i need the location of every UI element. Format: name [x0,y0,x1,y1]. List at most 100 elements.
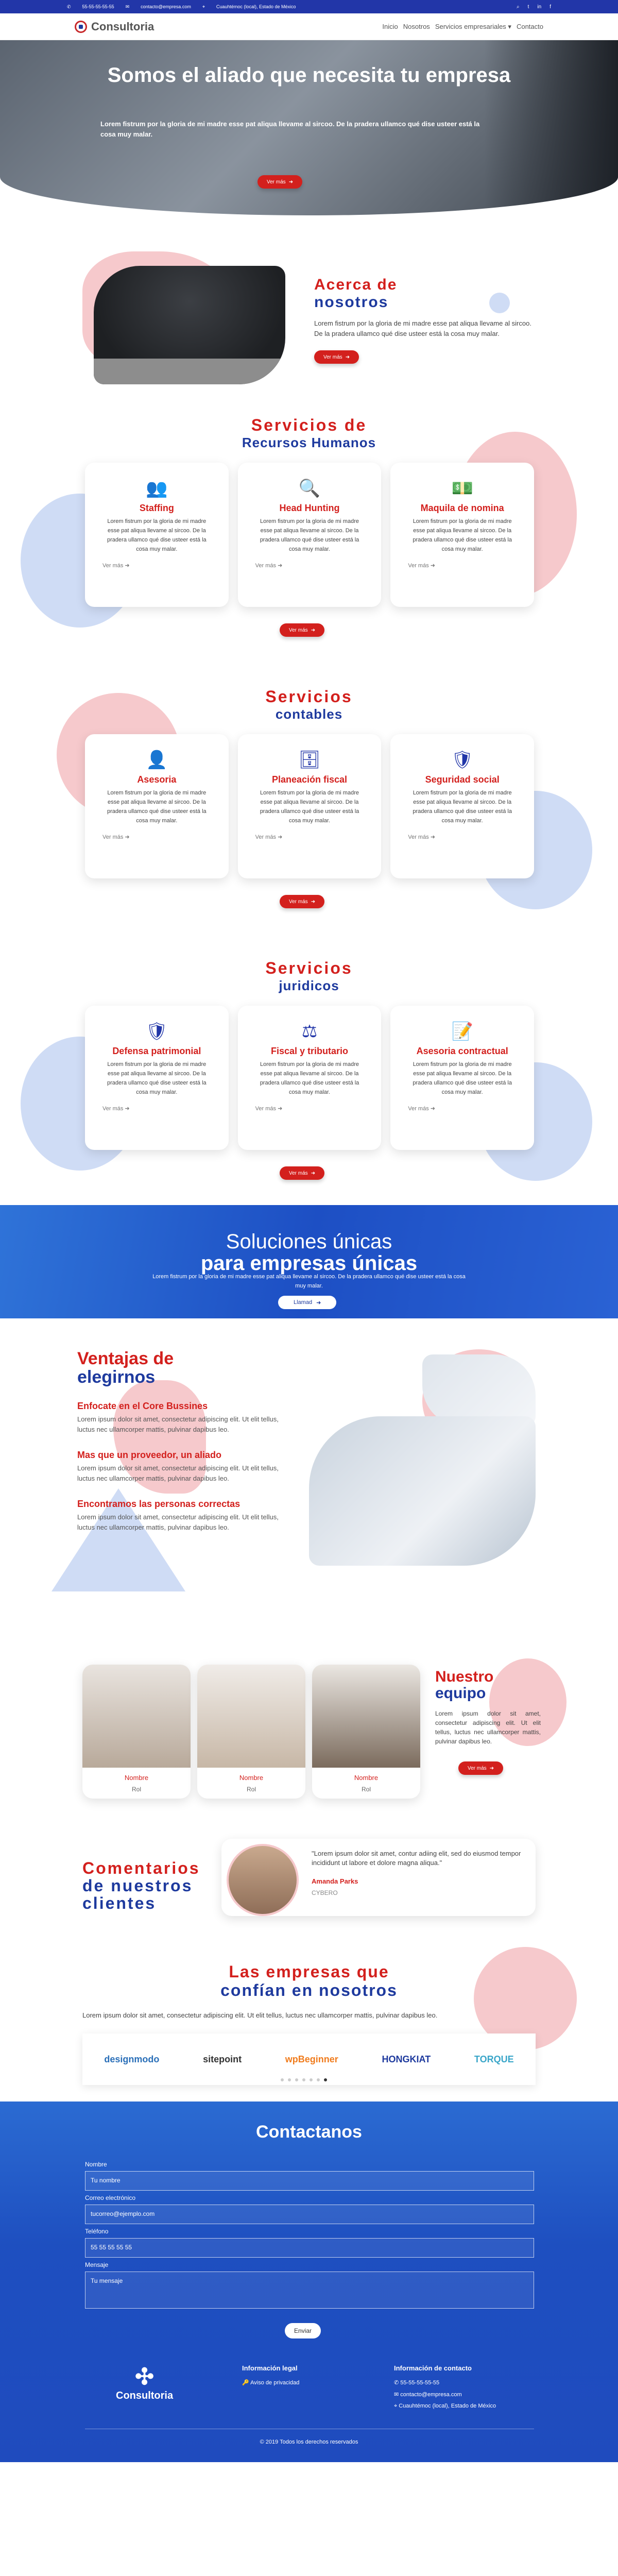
advantages-image-main [309,1416,536,1566]
footer-contact-info: Información de contacto ✆ 55-55-55-55-55… [394,2364,496,2409]
service-card-title: Staffing [139,503,174,513]
name-label: Nombre [85,2161,107,2168]
services-title: Servicios juridicos [265,959,353,993]
name-input[interactable]: Tu nombre [85,2171,534,2191]
service-card[interactable]: 📝 Asesoria contractual Lorem fistrum por… [390,1006,535,1150]
arrow-right-icon: ➜ [430,834,435,840]
services-more-button[interactable]: Ver más ➜ [280,895,325,908]
footer: ✣ Consultoria Información legal 🔑 Aviso … [85,2364,534,2421]
service-card-text: Lorem fistrum por la gloria de mi madre … [260,518,359,552]
scale-icon: ⚖ [301,1022,318,1041]
about-title: Acerca de nosotros [314,276,398,311]
contact-section: Contactanos Nombre Tu nombre Correo elec… [0,2102,618,2462]
arrow-right-icon: ➜ [278,834,283,840]
service-card-more-link[interactable]: Ver más ➜ [408,834,517,840]
archive-icon: 🗄 [298,750,321,770]
message-label: Mensaje [85,2261,109,2268]
service-card[interactable]: 🛡 Defensa patrimonial Lorem fistrum por … [85,1006,229,1150]
carousel-dots[interactable] [281,2078,327,2081]
service-card-title: Maquila de nomina [420,503,504,513]
arrow-right-icon: ➜ [430,563,435,569]
advantages-title: Ventajas de elegirnos [77,1349,174,1387]
service-card-more-link[interactable]: Ver más ➜ [408,1105,517,1112]
arrow-right-icon: ➜ [278,563,283,569]
search-icon[interactable]: ⌕ [517,4,520,10]
cta-banner: Soluciones únicas para empresas únicas Lo… [0,1205,618,1318]
clients-text: Lorem ipsum dolor sit amet, consectetur … [82,2011,438,2019]
about-section: Acerca de nosotros Lorem fistrum por la g… [0,215,618,391]
service-card-title: Asesoria [137,774,177,785]
testimonial-avatar [227,1844,299,1916]
topbar-email[interactable]: contacto@empresa.com [141,4,191,9]
advantage-text-2: Lorem ipsum dolor sit amet, consectetur … [77,1464,279,1482]
team-section: Nombre Rol Nombre Rol Nombre Rol Nuestro equ… [0,1638,618,1818]
phone-icon: ✆ [67,4,71,9]
privacy-link[interactable]: 🔑 Aviso de privacidad [242,2379,299,2386]
nav-link-contacto[interactable]: Contacto [517,23,543,31]
service-card-more-link[interactable]: Ver más ➜ [255,834,364,840]
nav-link-servicios[interactable]: Servicios empresariales ▾ [435,23,511,31]
services-title: Servicios de Recursos Humanos [242,416,376,450]
message-input[interactable]: Tu mensaje [85,2272,534,2309]
service-card[interactable]: 👤 Asesoria Lorem fistrum por la gloria d… [85,734,229,878]
decorative-dot [489,293,510,313]
twitter-icon[interactable]: t [528,4,529,10]
hero-button[interactable]: Ver más ➜ [258,175,303,189]
nav-link-inicio[interactable]: Inicio [382,23,398,31]
testimonials-title: Comentarios de nuestros clientes [82,1859,200,1912]
service-card-more-link[interactable]: Ver más ➜ [102,834,211,840]
service-card[interactable]: 🗄 Planeación fiscal Lorem fistrum por la… [237,734,382,878]
user-shield-icon: 🛡 [145,1022,168,1041]
logo-mark-icon: ✣ [135,2364,154,2389]
phone-input[interactable]: 55 55 55 55 55 [85,2238,534,2258]
clients-section: Las empresas que confían en nosotros Lore… [0,1937,618,2102]
service-card-text: Lorem fistrum por la gloria de mi madre … [107,518,207,552]
service-card[interactable]: 👥 Staffing Lorem fistrum por la gloria d… [85,463,229,607]
banner-title: Soluciones únicas para empresas únicas [200,1230,418,1275]
email-input[interactable]: tucorreo@ejemplo.com [85,2205,534,2224]
brand-logo[interactable]: Consultoria [75,20,154,33]
contact-title: Contactanos [256,2122,362,2142]
service-card[interactable]: 🔍 Head Hunting Lorem fistrum por la glor… [237,463,382,607]
footer-email[interactable]: ✉ contacto@empresa.com [394,2391,496,2398]
service-card[interactable]: ⚖ Fiscal y tributario Lorem fistrum por … [237,1006,382,1150]
team-button[interactable]: Ver más ➜ [458,1761,504,1775]
banner-call-button[interactable]: Llamad ➜ [278,1296,337,1309]
arrow-right-icon: ➜ [288,179,294,185]
main-nav: Consultoria Inicio Nosotros Servicios em… [0,13,618,40]
topbar-phone[interactable]: 55-55-55-55-55 [82,4,114,9]
service-card-more-link[interactable]: Ver más ➜ [102,1105,211,1112]
team-member-card[interactable]: Nombre Rol [197,1665,305,1799]
advantage-text-1: Lorem ipsum dolor sit amet, consectetur … [77,1415,279,1433]
services-section: Servicios juridicos 🛡 Defensa patrimonial… [0,934,618,1205]
service-card-text: Lorem fistrum por la gloria de mi madre … [413,518,512,552]
arrow-right-icon: ➜ [278,1106,283,1112]
service-card-text: Lorem fistrum por la gloria de mi madre … [107,1061,207,1095]
arrow-right-icon: ➜ [125,563,130,569]
footer-brand[interactable]: ✣ Consultoria [116,2364,173,2402]
footer-phone[interactable]: ✆ 55-55-55-55-55 [394,2379,496,2386]
nav-link-nosotros[interactable]: Nosotros [403,23,430,31]
service-card-more-link[interactable]: Ver más ➜ [408,562,517,569]
linkedin-icon[interactable]: in [537,4,541,10]
footer-address: ⌖ Cuauhtémoc (local), Estado de México [394,2403,496,2409]
team-member-card[interactable]: Nombre Rol [312,1665,420,1799]
service-card-more-link[interactable]: Ver más ➜ [255,562,364,569]
facebook-icon[interactable]: f [550,4,551,10]
services-more-button[interactable]: Ver más ➜ [280,623,325,637]
services-title: Servicios contables [265,687,353,722]
service-card-more-link[interactable]: Ver más ➜ [102,562,211,569]
services-more-button[interactable]: Ver más ➜ [280,1166,325,1180]
service-card[interactable]: 🛡 Seguridad social Lorem fistrum por la … [390,734,535,878]
service-card-text: Lorem fistrum por la gloria de mi madre … [413,1061,512,1095]
service-card-more-link[interactable]: Ver más ➜ [255,1105,364,1112]
team-member-card[interactable]: Nombre Rol [82,1665,191,1799]
contract-icon: 📝 [451,1022,473,1041]
service-card-title: Head Hunting [279,503,340,513]
advantages-image-top [422,1354,536,1427]
arrow-right-icon: ➜ [125,834,130,840]
send-button[interactable]: Enviar [285,2323,321,2338]
service-card-title: Planeación fiscal [271,774,348,785]
service-card[interactable]: 💵 Maquila de nomina Lorem fistrum por la… [390,463,535,607]
about-button[interactable]: Ver más ➜ [314,350,359,364]
